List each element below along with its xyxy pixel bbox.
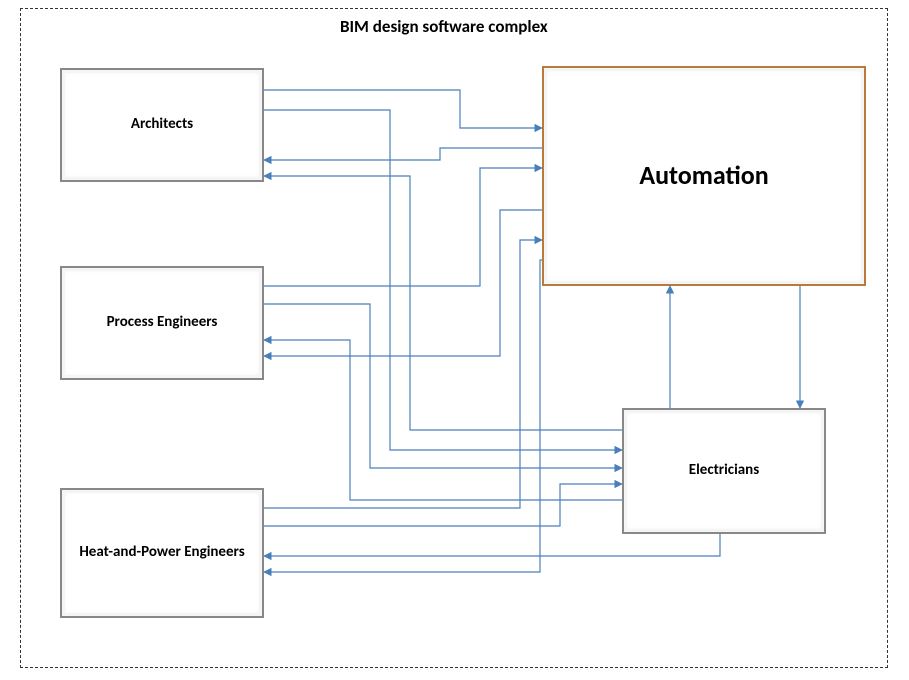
diagram-title: BIM design software complex (340, 16, 548, 37)
node-automation: Automation (542, 66, 866, 286)
node-automation-label: Automation (633, 161, 774, 191)
node-architects-label: Architects (125, 116, 199, 133)
node-architects: Architects (60, 68, 264, 182)
node-heat-power-label: Heat-and-Power Engineers (73, 544, 250, 561)
node-heat-power: Heat-and-Power Engineers (60, 488, 264, 618)
node-electricians-label: Electricians (683, 462, 765, 479)
node-process-engineers-label: Process Engineers (101, 314, 224, 331)
node-electricians: Electricians (622, 408, 826, 534)
diagram-canvas: BIM design software complex Architects P… (0, 0, 909, 680)
node-process-engineers: Process Engineers (60, 266, 264, 380)
